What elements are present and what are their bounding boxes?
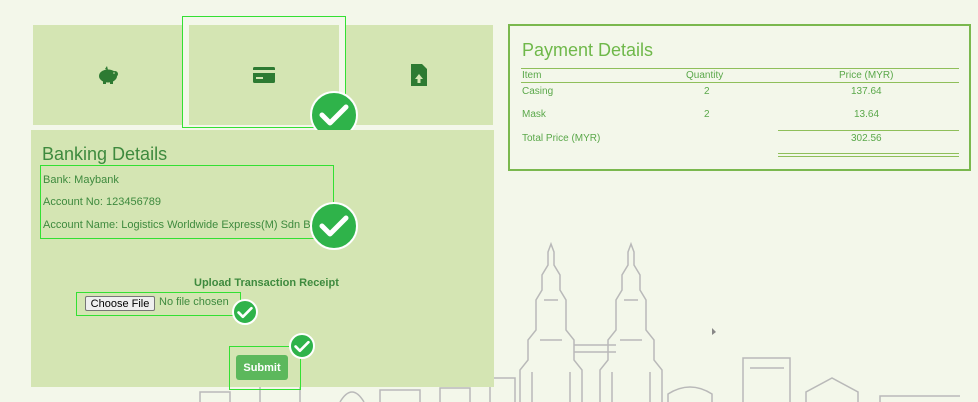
header-item: Item bbox=[522, 70, 542, 81]
checkmark-icon bbox=[232, 299, 258, 325]
banking-details-panel: Banking Details Bank: Maybank Account No… bbox=[31, 130, 494, 390]
banking-details-title: Banking Details bbox=[42, 144, 168, 164]
row-item: Mask bbox=[522, 109, 546, 120]
divider bbox=[778, 153, 959, 154]
checkmark-icon bbox=[289, 333, 315, 359]
total-label: Total Price (MYR) bbox=[522, 133, 601, 144]
piggy-bank-icon bbox=[99, 66, 118, 84]
bank-name: Bank: Maybank bbox=[43, 174, 119, 186]
account-number: Account No: 123456789 bbox=[43, 196, 162, 208]
upload-document-icon bbox=[411, 64, 427, 86]
submit-button[interactable]: Submit bbox=[236, 355, 288, 380]
row-quantity: 2 bbox=[704, 86, 710, 97]
choose-file-button[interactable]: Choose File bbox=[85, 296, 155, 311]
payment-method-tile-piggy-bank[interactable] bbox=[33, 25, 183, 125]
file-status-text: No file chosen bbox=[159, 296, 229, 308]
row-quantity: 2 bbox=[704, 109, 710, 120]
row-item: Casing bbox=[522, 86, 554, 97]
row-price: 13.64 bbox=[854, 109, 880, 120]
divider bbox=[521, 68, 959, 69]
divider bbox=[778, 156, 959, 157]
total-value: 302.56 bbox=[851, 133, 882, 144]
upload-receipt-label: Upload Transaction Receipt bbox=[194, 277, 339, 289]
row-price: 137.64 bbox=[851, 86, 882, 97]
header-price: Price (MYR) bbox=[839, 70, 894, 81]
divider bbox=[521, 82, 959, 83]
payment-method-tile-upload[interactable] bbox=[345, 25, 493, 125]
account-name: Account Name: Logistics Worldwide Expres… bbox=[43, 219, 323, 231]
payment-details-panel: Payment Details Item Quantity Price (MYR… bbox=[508, 24, 971, 171]
divider bbox=[778, 130, 959, 131]
header-quantity: Quantity bbox=[686, 70, 724, 81]
checkmark-icon bbox=[310, 202, 358, 250]
payment-details-title: Payment Details bbox=[522, 40, 654, 60]
